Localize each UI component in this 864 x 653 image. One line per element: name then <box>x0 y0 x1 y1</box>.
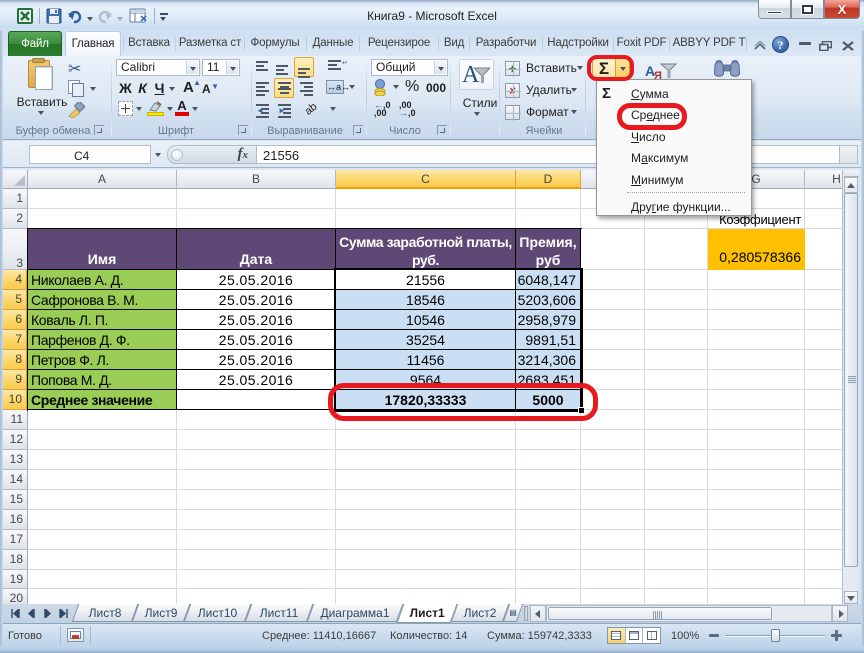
svg-text:A: A <box>462 62 480 88</box>
svg-text:Я: Я <box>654 70 662 79</box>
